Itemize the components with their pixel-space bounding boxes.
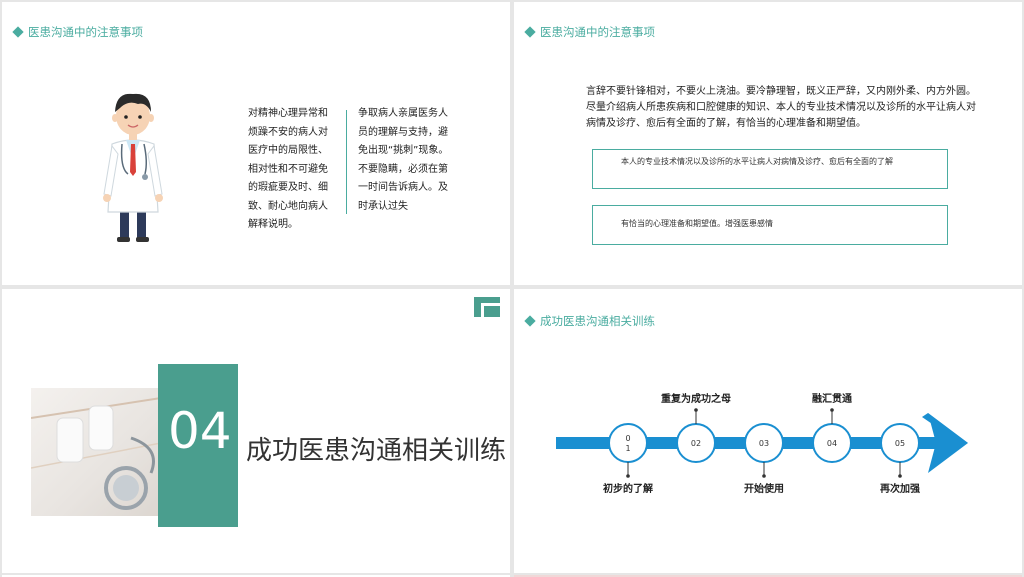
timeline-diagram: 01 02 03 04 05 [556, 408, 968, 478]
step-label-4: 融汇贯通 [812, 394, 852, 405]
info-box-1: 本人的专业技术情况以及诊所的水平让病人对病情及诊疗、愈后有全面的了解 [592, 149, 948, 189]
step-number-4: 04 [827, 439, 837, 448]
step-number-2: 02 [691, 439, 701, 448]
photo-drawing [31, 397, 161, 510]
step-label-2: 重复为成功之母 [661, 394, 731, 405]
slide-2-title: 医患沟通中的注意事项 [524, 24, 655, 40]
step-number-1: 1 [625, 444, 630, 453]
slide-4[interactable]: 成功医患沟通相关训练 0 1 02 03 04 05 初步的了解 重复为成功之母 开始使用 融汇… [514, 289, 1022, 573]
info-box-2: 有恰当的心理准备和期望值。增强医患感情 [592, 205, 948, 245]
step-label-5: 再次加强 [880, 484, 920, 495]
slide-3[interactable]: 04 成功医患沟通相关训练 [2, 289, 510, 573]
doctor-illustration [103, 93, 163, 242]
diamond-bullet-icon [12, 26, 24, 38]
corner-bracket-icon [474, 297, 500, 317]
step-circle-1 [608, 423, 648, 463]
step-label-1: 初步的了解 [603, 484, 653, 495]
step-number-1: 0 [625, 434, 630, 443]
text-column-2: 争取病人亲属医务人员的理解与支持，避免出现“挑刺”现象。不要隐瞒，必须在第一时间… [358, 108, 449, 212]
section-title: 成功医患沟通相关训练 [246, 436, 507, 466]
step-dot-1 [626, 474, 630, 478]
step-dot-5 [898, 474, 902, 478]
diamond-bullet-icon [524, 26, 536, 38]
step-label-3: 开始使用 [744, 484, 784, 495]
step-dot-2 [694, 408, 698, 412]
slide-1[interactable]: 医患沟通中的注意事项 对精神心理异常和烦躁不安的病人对医疗中的局限性、相对性和不… [2, 2, 510, 285]
step-number-5: 05 [895, 439, 905, 448]
main-paragraph: 言辞不要针锋相对，不要火上浇油。要冷静理智，既义正严辞，又内刚外柔、内方外圆。尽… [586, 86, 976, 129]
medical-tools-photo [31, 388, 161, 516]
step-number-3: 03 [759, 439, 769, 448]
slide-1-title: 医患沟通中的注意事项 [12, 24, 143, 40]
text-column-1: 对精神心理异常和烦躁不安的病人对医疗中的局限性、相对性和不可避免的瑕疵要及时、细… [248, 108, 328, 230]
slide-2[interactable]: 医患沟通中的注意事项 言辞不要针锋相对，不要火上浇油。要冷静理智，既义正严辞，又… [514, 2, 1022, 285]
step-dot-4 [830, 408, 834, 412]
divider-line [346, 110, 347, 214]
section-number: 04 [168, 402, 232, 460]
step-dot-3 [762, 474, 766, 478]
